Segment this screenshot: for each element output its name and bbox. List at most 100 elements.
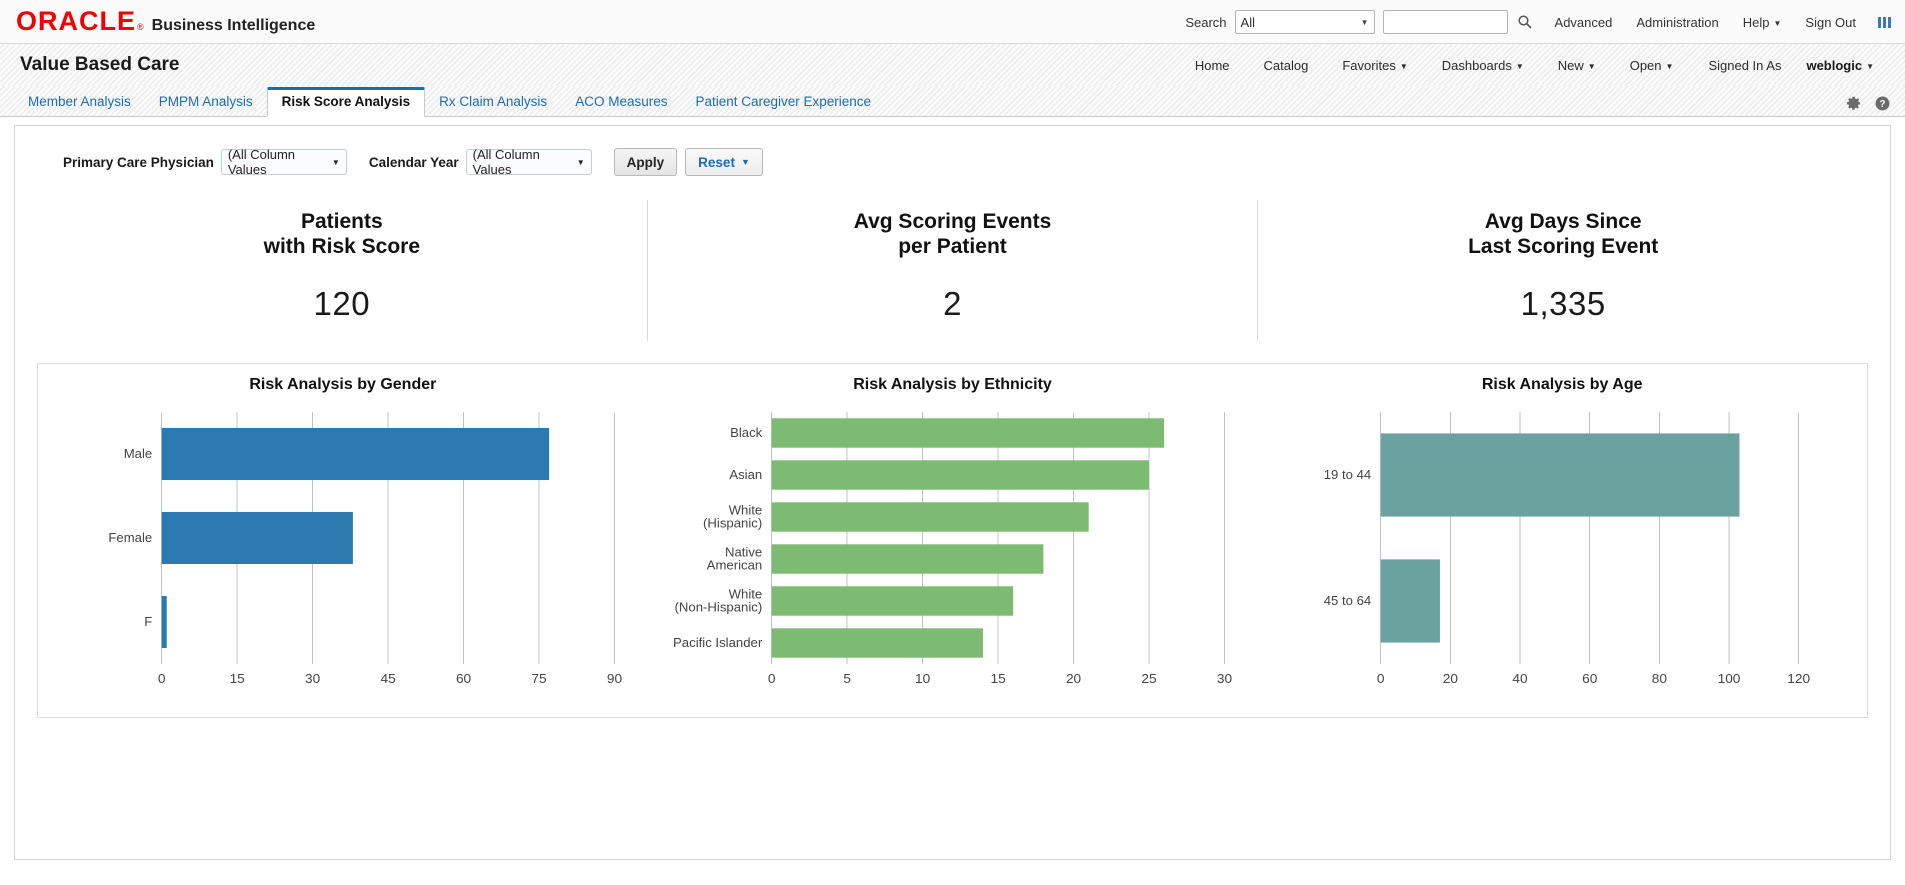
chevron-down-icon: ▼ (576, 157, 585, 167)
kpi-value: 1,335 (1520, 285, 1606, 323)
nav-open-label: Open (1629, 57, 1662, 73)
svg-text:90: 90 (607, 671, 622, 686)
kpi-value: 2 (943, 285, 962, 323)
dashboard-header: Value Based Care Home Catalog Favorites ▼… (0, 44, 1905, 86)
dashboard-nav: Home Catalog Favorites ▼ Dashboards ▼ New ▼… (1178, 44, 1891, 86)
apply-button[interactable]: Apply (613, 148, 678, 176)
gear-icon[interactable] (1845, 95, 1862, 112)
help-icon[interactable]: ? (1874, 95, 1891, 112)
tab-aco-measures[interactable]: ACO Measures (561, 89, 681, 116)
nav-favorites[interactable]: Favorites ▼ (1342, 58, 1407, 73)
nav-home[interactable]: Home (1195, 58, 1230, 73)
svg-text:60: 60 (1582, 671, 1597, 686)
chart-risk-analysis-by-age: Risk Analysis by Age 19 to 44 45 to 64 0 20… (1257, 364, 1867, 717)
sign-out-link[interactable]: Sign Out (1805, 15, 1856, 30)
chevron-down-icon: ▼ (740, 157, 750, 167)
nav-new[interactable]: New ▼ (1558, 58, 1596, 73)
search-icon[interactable] (1517, 14, 1533, 30)
svg-text:Pacific Islander: Pacific Islander (673, 635, 763, 650)
svg-text:10: 10 (915, 671, 930, 686)
search-input[interactable] (1382, 10, 1508, 34)
product-name: Business Intelligence (151, 17, 316, 34)
chart-title: Risk Analysis by Ethnicity (853, 376, 1052, 394)
help-menu[interactable]: Help ▼ (1743, 15, 1782, 30)
svg-text:75: 75 (531, 671, 546, 686)
dashboard-content: Primary Care Physician (All Column Value… (14, 125, 1891, 860)
grid-apps-icon[interactable] (1878, 16, 1891, 28)
svg-text:0: 0 (1377, 671, 1385, 686)
chevron-down-icon: ▼ (1665, 61, 1674, 71)
svg-text:80: 80 (1652, 671, 1667, 686)
svg-text:0: 0 (158, 671, 166, 686)
charts-container: Risk Analysis by Gender Male Female F 0 15 30… (37, 363, 1868, 719)
svg-text:30: 30 (1217, 671, 1232, 686)
oracle-logo[interactable]: ORACLE ® Business Intelligence (16, 8, 315, 35)
chart-risk-analysis-by-ethnicity: Risk Analysis by Ethnicity Black Asian Whi… (648, 364, 1258, 717)
svg-text:45: 45 (381, 671, 396, 686)
svg-text:45 to 64: 45 to 64 (1324, 593, 1372, 608)
nav-catalog[interactable]: Catalog (1264, 58, 1309, 73)
tab-rx-claim-analysis[interactable]: Rx Claim Analysis (425, 89, 561, 116)
svg-text:5: 5 (843, 671, 851, 686)
calendar-year-prompt-select[interactable]: (All Column Values ▼ (465, 147, 592, 177)
svg-text:15: 15 (990, 671, 1005, 686)
user-name: weblogic (1806, 57, 1863, 73)
kpi-patients-with-risk-score: Patients with Risk Score 120 (37, 200, 647, 341)
chart-plot-age[interactable]: 19 to 44 45 to 64 0 20 40 60 80 100 120 (1267, 404, 1857, 694)
chevron-down-icon: ▼ (1515, 61, 1524, 71)
chevron-down-icon: ▼ (1399, 61, 1408, 71)
chevron-down-icon: ▼ (1587, 61, 1596, 71)
svg-text:120: 120 (1788, 671, 1811, 686)
tab-member-analysis[interactable]: Member Analysis (14, 89, 145, 116)
svg-text:19 to 44: 19 to 44 (1324, 467, 1372, 482)
physician-prompt-label: Primary Care Physician (63, 154, 214, 170)
signed-in-label: Signed In As (1708, 57, 1782, 73)
tab-pmpm-analysis[interactable]: PMPM Analysis (145, 89, 267, 116)
svg-text:(Hispanic): (Hispanic) (703, 516, 762, 531)
global-header-right: Search All ▼ Advanced Administration Hel… (1185, 0, 1895, 44)
user-menu[interactable]: weblogic ▼ (1806, 58, 1874, 73)
registered-mark-icon: ® (137, 22, 144, 32)
svg-text:Black: Black (730, 425, 763, 440)
chevron-down-icon: ▼ (1866, 61, 1874, 71)
svg-text:Asian: Asian (729, 467, 762, 482)
svg-text:100: 100 (1718, 671, 1741, 686)
svg-text:Male: Male (124, 446, 153, 461)
kpi-title: Avg Days Since Last Scoring Event (1468, 210, 1659, 258)
search-label: Search (1185, 14, 1227, 30)
prompt-bar: Primary Care Physician (All Column Value… (15, 126, 1890, 194)
nav-dashboards-label: Dashboards (1441, 57, 1512, 73)
reset-button[interactable]: Reset ▼ (685, 148, 763, 176)
page-title: Value Based Care (20, 54, 180, 75)
svg-text:American: American (706, 558, 762, 573)
global-header: ORACLE ® Business Intelligence Search Al… (0, 0, 1905, 44)
nav-dashboards[interactable]: Dashboards ▼ (1442, 58, 1524, 73)
nav-favorites-label: Favorites (1342, 57, 1396, 73)
svg-text:40: 40 (1513, 671, 1528, 686)
svg-text:20: 20 (1443, 671, 1458, 686)
help-label: Help (1742, 14, 1770, 30)
svg-text:?: ? (1880, 99, 1886, 110)
nav-open[interactable]: Open ▼ (1630, 58, 1674, 73)
dashboard-tabs: Member Analysis PMPM Analysis Risk Score… (0, 86, 1905, 117)
kpi-title: Patients with Risk Score (263, 210, 421, 258)
chart-title: Risk Analysis by Gender (249, 376, 437, 394)
tab-risk-score-analysis[interactable]: Risk Score Analysis (266, 87, 426, 117)
chart-plot-ethnicity[interactable]: Black Asian White (Hispanic) Native American W… (658, 404, 1248, 694)
reset-label: Reset (698, 154, 735, 170)
kpi-value: 120 (313, 285, 371, 323)
svg-text:15: 15 (230, 671, 245, 686)
physician-prompt-value: (All Column Values (227, 147, 296, 177)
svg-text:F: F (144, 614, 152, 629)
chart-plot-gender[interactable]: Male Female F 0 15 30 45 60 75 90 (48, 404, 638, 694)
administration-link[interactable]: Administration (1636, 15, 1718, 30)
kpi-avg-days-since-last-scoring-event: Avg Days Since Last Scoring Event 1,335 (1257, 200, 1868, 342)
kpi-row: Patients with Risk Score 120 Avg Scoring… (37, 194, 1868, 363)
advanced-link[interactable]: Advanced (1555, 15, 1613, 30)
svg-text:(Non-Hispanic): (Non-Hispanic) (674, 600, 762, 615)
tab-patient-caregiver-experience[interactable]: Patient Caregiver Experience (681, 89, 885, 116)
tab-toolbar: ? (1845, 95, 1891, 112)
nav-new-label: New (1557, 57, 1584, 73)
physician-prompt-select[interactable]: (All Column Values ▼ (220, 147, 347, 177)
search-scope-select[interactable]: All ▼ (1234, 10, 1375, 34)
